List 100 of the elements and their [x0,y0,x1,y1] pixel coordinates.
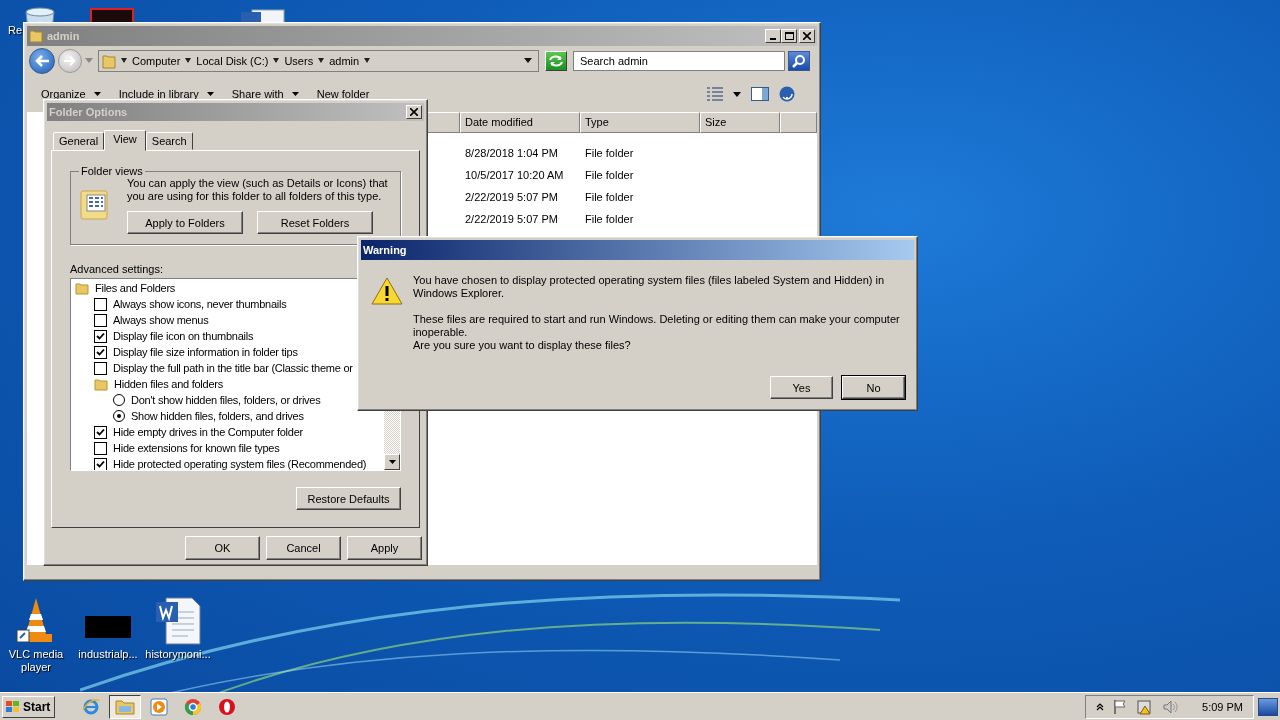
group-label: Folder views [80,165,144,177]
scroll-down-button[interactable] [384,454,400,470]
start-button[interactable]: Start [2,695,56,718]
checkbox[interactable] [94,329,107,343]
folder-icon [115,698,136,715]
checkbox[interactable] [94,297,107,311]
folder-icon [94,377,108,391]
checkbox[interactable] [94,345,107,359]
checkbox[interactable] [94,425,107,439]
chevron-icon[interactable] [121,58,127,64]
desktop-icon-label[interactable]: historymoni... [145,648,211,661]
warning-message: You have chosen to display protected operating system files (files labeled System and Hidden) in Windows Explorer. [413,274,886,300]
setting-label: Hide protected operating system files (Recommended) [113,458,367,470]
warning-message: These files are required to start and run Windows. Deleting or editing them can make your computer inoperable. [413,313,901,339]
desktop-icon-label[interactable]: VLC media player [4,648,68,674]
checkbox[interactable] [94,457,107,470]
down-arrow-icon [388,460,396,464]
folder-view-button[interactable]: Reset Folders [257,211,373,234]
toolbar-button[interactable]: Include in library [114,86,218,102]
refresh-icon [548,55,564,67]
date-cell-text: 2/22/2019 5:07 PM [464,191,559,203]
caret-icon [93,91,101,97]
radio-button[interactable] [113,410,125,422]
radio-button[interactable] [113,394,125,406]
setting-label: Display file size information in folder tips [113,346,298,358]
forward-button[interactable] [58,49,82,73]
show-desktop-button[interactable] [1258,697,1278,716]
close-icon [803,32,811,40]
maximize-icon [784,32,794,40]
breadcrumb-item[interactable]: admin [329,55,360,67]
date-cell-text: 10/5/2017 10:20 AM [464,169,565,181]
setting-label: Show hidden files, folders, and drives [131,410,304,422]
globe-e-icon [82,697,101,716]
back-arrow-icon [34,54,50,68]
folder-icon [75,281,89,295]
caret-icon [206,91,214,97]
chevron-icon[interactable] [185,58,192,64]
chrome-icon [184,697,203,716]
setting-group-label: Hidden files and folders [114,378,223,390]
breadcrumb-item[interactable]: Local Disk (C:) [196,55,269,67]
dialog-button[interactable]: Cancel [266,536,341,560]
caret-icon[interactable] [733,91,741,97]
checkbox[interactable] [94,313,107,327]
flag-icon[interactable] [1112,698,1129,715]
type-cell-text: File folder [584,213,635,225]
column-header[interactable]: Size [700,112,780,133]
setting-label: Hide empty drives in the Computer folder [113,426,303,438]
refresh-button[interactable] [545,51,567,71]
setting-label: Always show icons, never thumbnails [113,298,287,310]
setting-label: Display the full path in the title bar (Classic theme or [113,362,353,374]
dialog-title: Warning [363,244,407,256]
checkbox[interactable] [94,361,107,375]
setting-group-label: Files and Folders [95,282,176,294]
dialog-button[interactable]: Apply [347,536,422,560]
preview-pane-icon[interactable] [751,87,769,101]
clock[interactable]: 5:09 PM [1202,700,1243,713]
desktop-icon-label[interactable]: Re [8,24,23,37]
dialog-button[interactable]: Yes [770,376,833,399]
tab[interactable]: Search [145,132,193,150]
setting-label: Hide extensions for known file types [113,442,280,454]
search-field[interactable]: Search admin [573,51,785,71]
checkbox[interactable] [94,441,107,455]
chevron-icon[interactable] [318,58,325,64]
breadcrumb-item[interactable]: Computer [132,55,181,67]
setting-label: Always show menus [113,314,209,326]
dialog-button[interactable]: OK [185,536,260,560]
chevron-up-icon[interactable] [1096,702,1105,711]
warning-message: Are you sure you want to display these files? [413,339,632,352]
desktop-icon-label[interactable]: industrialp... [78,648,138,661]
tab[interactable]: View [104,130,146,151]
type-cell-text: File folder [584,169,635,181]
help-icon[interactable] [779,86,795,102]
thumbnail-icon[interactable] [85,616,131,638]
back-button[interactable] [29,48,55,74]
folder-view-button[interactable]: Apply to Folders [127,211,243,234]
advanced-settings-label: Advanced settings: [70,263,164,275]
search-icon [792,54,806,68]
toolbar-button[interactable]: Organize [37,86,105,102]
breadcrumb-item[interactable]: Users [284,55,314,67]
taskbar-app-button[interactable] [109,694,142,719]
word-document-icon[interactable] [154,596,202,646]
column-header[interactable]: Type [580,112,700,133]
speaker-icon[interactable] [1162,698,1181,715]
four-squares-icon [5,699,21,714]
chevron-icon[interactable] [364,58,371,64]
dialog-title: Folder Options [49,106,128,118]
dialog-button[interactable]: No [842,376,905,399]
tab[interactable]: General [53,132,105,150]
warning-icon [371,276,403,306]
toolbar-button[interactable]: New folder [312,86,374,102]
restore-defaults-button[interactable]: Restore Defaults [296,487,401,510]
search-button[interactable] [788,51,810,71]
address-bar[interactable]: Computer Local Disk (C:) Users admin [98,50,539,72]
column-header[interactable]: Date modified [460,112,580,133]
folder-grid-icon [79,187,111,221]
setting-label: Don't show hidden files, folders, or drives [131,394,321,406]
chevron-icon[interactable] [273,58,280,64]
toolbar-button[interactable]: Share with [227,86,303,102]
dropdown-arrow-icon[interactable] [524,58,532,64]
date-cell-text: 8/28/2018 1:04 PM [464,147,559,159]
